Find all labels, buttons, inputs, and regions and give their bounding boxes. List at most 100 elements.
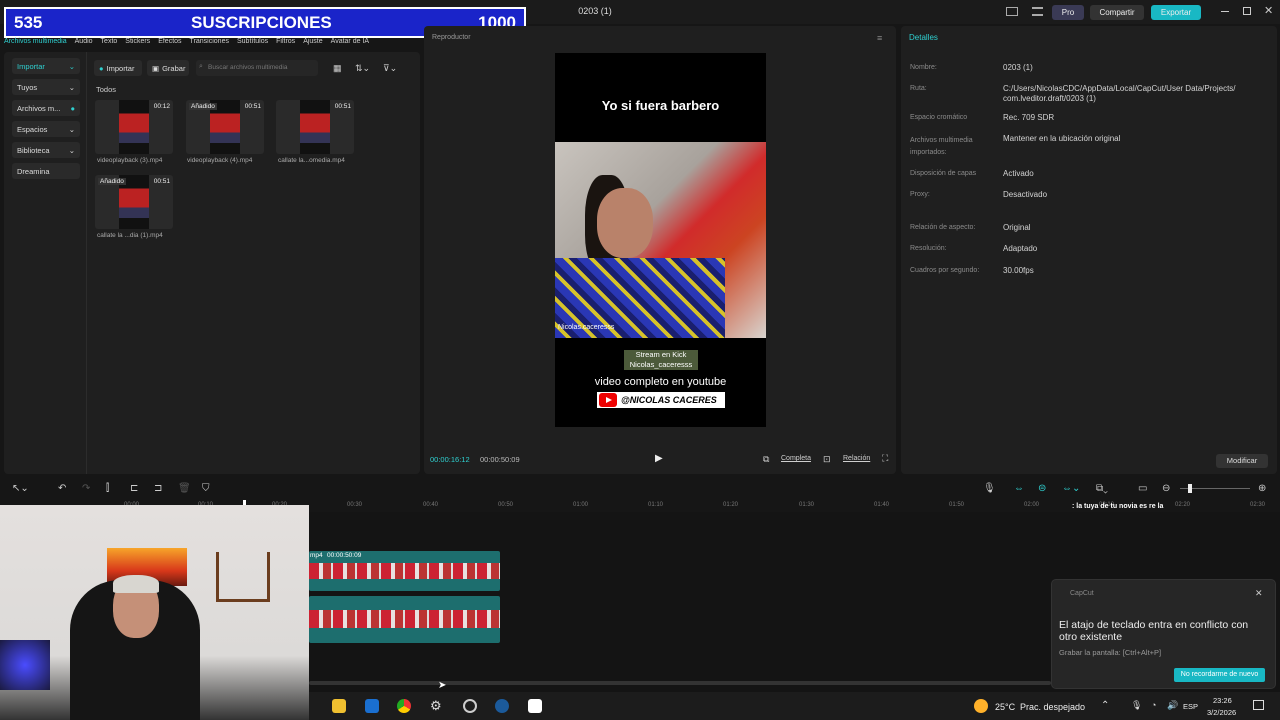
added-badge: Añadido — [189, 103, 217, 110]
subscriber-count: 535 — [14, 12, 43, 32]
snap-icon[interactable]: ⇔⌄ — [1062, 483, 1080, 494]
ruler-tick: 01:10 — [648, 502, 664, 508]
tab-ai-avatar[interactable]: Avatar de IA — [327, 38, 373, 50]
crop-icon[interactable]: ⧉ — [763, 454, 769, 465]
microphone-icon[interactable]: 🎙 — [1131, 700, 1142, 711]
tray-chevron-icon[interactable]: ⌃ — [1101, 700, 1109, 711]
minimize-icon[interactable] — [1221, 11, 1229, 12]
nav-dreamina-label: Dreamina — [17, 167, 50, 176]
detail-value-resolution: Adaptado — [1003, 244, 1038, 253]
sort-icon[interactable]: ⇅⌄ — [355, 63, 370, 74]
outlook-icon[interactable] — [365, 699, 379, 713]
weather-desc[interactable]: Prac. despejado — [1020, 702, 1085, 712]
detail-label-name: Nombre: — [910, 64, 937, 71]
clock-time[interactable]: 23:26 — [1213, 696, 1232, 705]
tab-audio[interactable]: Audio — [71, 38, 97, 50]
pro-button[interactable]: Pro — [1052, 5, 1084, 20]
import-button[interactable]: ● Importar — [94, 60, 142, 76]
clock-date[interactable]: 3/2/2026 — [1207, 708, 1236, 717]
undo-icon[interactable]: ↶ — [58, 483, 66, 494]
magnet-icon[interactable]: ⊜ — [1038, 483, 1046, 494]
toggle-icon: ● — [70, 104, 75, 113]
layout-icon[interactable] — [1006, 7, 1018, 16]
search-input[interactable]: Buscar archivos multimedia — [196, 60, 318, 76]
video-face — [597, 188, 653, 258]
volume-icon[interactable]: 🔊 — [1167, 700, 1178, 711]
zoom-in-icon[interactable]: ⊕ — [1258, 483, 1266, 494]
export-button[interactable]: Exportar — [1151, 5, 1201, 20]
zoom-slider-handle[interactable] — [1188, 484, 1192, 493]
share-button[interactable]: Compartir — [1090, 5, 1144, 20]
notification-app: CapCut — [1070, 590, 1094, 597]
timeline-toolbar — [0, 478, 1280, 498]
nav-import-label: Importar — [17, 62, 45, 71]
tab-transitions[interactable]: Transiciones — [186, 38, 233, 50]
nav-media-files[interactable]: Archivos m... ● — [12, 100, 80, 116]
nav-import[interactable]: Importar ⌄ — [12, 58, 80, 74]
fullscreen-icon[interactable]: ⛶ — [882, 453, 888, 464]
media-item[interactable]: Añadido 00:51 — [95, 175, 173, 229]
notification-hint: Grabar la pantalla: [Ctrl+Alt+P] — [1059, 648, 1162, 657]
ratio-button[interactable]: Relación — [843, 455, 870, 462]
ruler-tick: 02:20 — [1175, 502, 1191, 508]
split-left-icon[interactable]: ⊏ — [130, 483, 138, 494]
clip-duration: 00:00:50:09 — [327, 552, 362, 559]
capcut-icon[interactable] — [528, 699, 542, 713]
subscriber-label: SUSCRIPCIONES — [191, 13, 332, 32]
dont-remind-button[interactable]: No recordarme de nuevo — [1174, 668, 1265, 682]
tab-subtitles[interactable]: Subtítulos — [233, 38, 272, 50]
tab-filters[interactable]: Filtros — [272, 38, 299, 50]
media-item-name: callate la ...dia (1).mp4 — [97, 232, 163, 239]
notification-center-icon[interactable] — [1253, 700, 1264, 710]
redo-icon[interactable]: ↷ — [82, 483, 90, 494]
chrome-icon[interactable] — [397, 699, 411, 713]
chevron-down-icon: ⌄ — [68, 146, 75, 155]
zoom-out-icon[interactable]: ⊖ — [1162, 483, 1170, 494]
obs-icon[interactable] — [463, 699, 477, 713]
media-item[interactable]: Añadido 00:51 — [186, 100, 264, 154]
nav-dreamina[interactable]: Dreamina — [12, 163, 80, 179]
tab-media[interactable]: Archivos multimedia — [0, 38, 71, 50]
tab-effects[interactable]: Efectos — [154, 38, 185, 50]
settings-icon[interactable]: ⚙ — [430, 699, 444, 713]
tab-adjust[interactable]: Ajuste — [299, 38, 326, 50]
nav-library[interactable]: Biblioteca ⌄ — [12, 142, 80, 158]
nav-yours[interactable]: Tuyos ⌄ — [12, 79, 80, 95]
media-item[interactable]: 00:51 — [276, 100, 354, 154]
nav-spaces[interactable]: Espacios ⌄ — [12, 121, 80, 137]
video-clip[interactable]: mp4 00:00:50:09 — [309, 551, 500, 591]
select-tool-icon[interactable]: ↖⌄ — [12, 483, 29, 494]
ruler-tick: 01:40 — [874, 502, 890, 508]
full-quality-button[interactable]: Completa — [781, 455, 811, 462]
store-icon[interactable] — [332, 699, 346, 713]
filter-icon[interactable]: ⊽⌄ — [383, 63, 397, 74]
delete-icon[interactable]: 🗑 — [178, 483, 191, 494]
maximize-icon[interactable] — [1243, 7, 1251, 15]
close-icon[interactable]: ✕ — [1264, 4, 1273, 17]
record-button[interactable]: ▣ Grabar — [147, 60, 189, 76]
split-right-icon[interactable]: ⊐ — [154, 483, 162, 494]
caption-icon[interactable]: ▭ — [1138, 483, 1147, 494]
wifi-icon[interactable]: ◔ — [1151, 700, 1156, 710]
menu-icon[interactable]: ≡ — [877, 33, 882, 43]
video-clip[interactable] — [309, 596, 500, 643]
timeline-scrollbar[interactable] — [309, 681, 1051, 685]
notification-close-icon[interactable]: ✕ — [1255, 588, 1263, 599]
modify-button[interactable]: Modificar — [1216, 454, 1268, 468]
tab-text[interactable]: Texto — [97, 38, 122, 50]
split-icon[interactable]: ⫿ — [106, 483, 109, 494]
menu-icon[interactable] — [1032, 7, 1043, 16]
tab-stickers[interactable]: Stickers — [121, 38, 154, 50]
grid-view-icon[interactable]: ▦ — [333, 63, 342, 74]
microphone-icon[interactable]: 🎙 — [983, 483, 996, 494]
weather-temp[interactable]: 25°C — [995, 702, 1015, 712]
shield-icon[interactable]: ⛉ — [202, 483, 210, 494]
play-icon[interactable]: ▶ — [655, 453, 663, 464]
screenshot-icon[interactable]: ⊡ — [823, 454, 831, 465]
media-item[interactable]: 00:12 — [95, 100, 173, 154]
language-indicator[interactable]: ESP — [1183, 702, 1198, 711]
youtube-handle: @NICOLAS CACERES — [621, 395, 717, 405]
link-icon[interactable]: ⇔ — [1014, 483, 1024, 494]
preview-axis-icon[interactable]: ⧉⌄ — [1096, 483, 1108, 494]
steam-icon[interactable] — [495, 699, 509, 713]
